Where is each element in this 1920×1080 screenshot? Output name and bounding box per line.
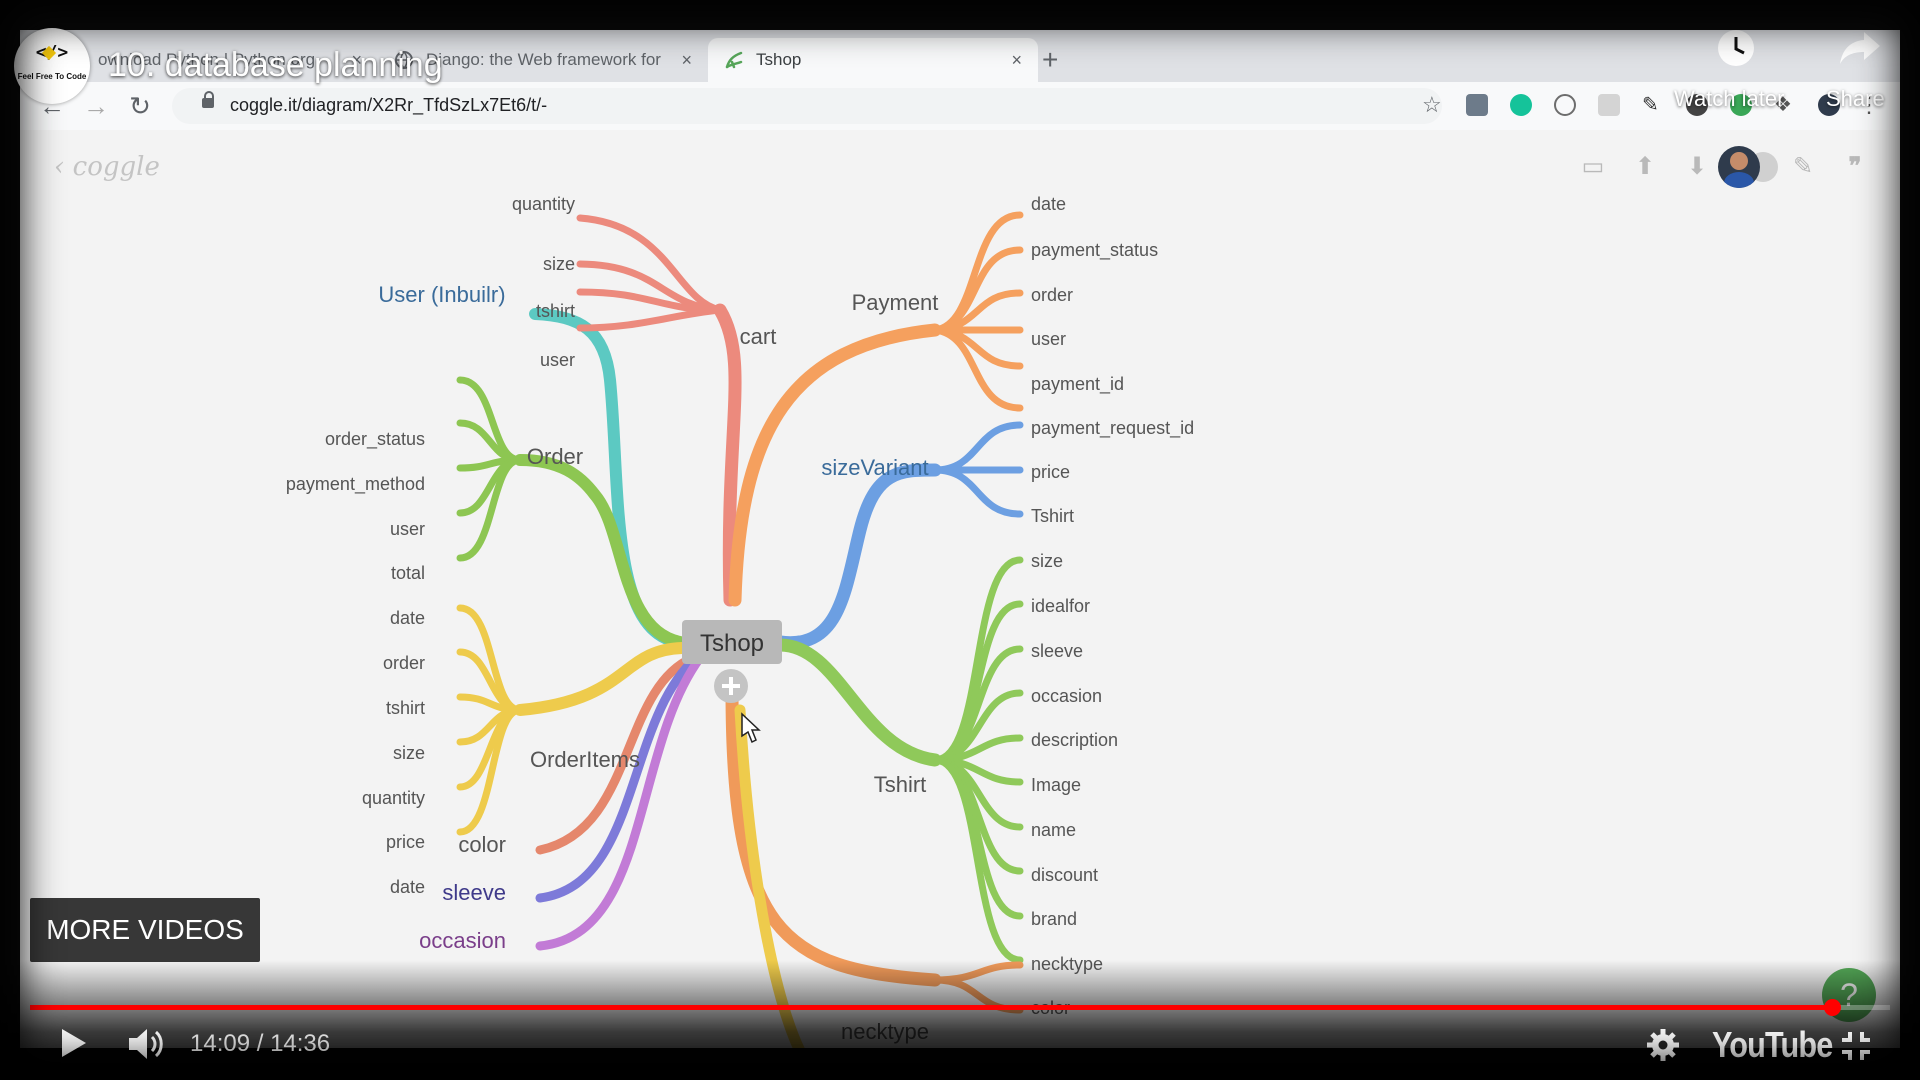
leaf-sv-price[interactable]: price	[1031, 462, 1070, 482]
bookmark-star-icon[interactable]: ☆	[1422, 92, 1442, 118]
leaf-t-image[interactable]: Image	[1031, 775, 1081, 795]
branch-sizevariant	[773, 463, 942, 650]
leaf-t-occasion[interactable]: occasion	[1031, 686, 1102, 706]
new-tab-button[interactable]: +	[1042, 44, 1058, 76]
browser-toolbar: ← → ↻ coggle.it/diagram/X2Rr_TfdSzLx7Et6…	[20, 82, 1900, 131]
address-bar[interactable]: coggle.it/diagram/X2Rr_TfdSzLx7Et6/t/- ☆	[172, 88, 1442, 124]
tab-tshop[interactable]: Tshop ×	[708, 38, 1038, 82]
leaf-payment-status[interactable]: payment_status	[1031, 240, 1158, 261]
leaf-cart-user[interactable]: user	[540, 350, 575, 370]
leaf-oi-size[interactable]: size	[393, 743, 425, 763]
branch-cart-user	[576, 306, 724, 332]
leaf-oi-quantity[interactable]: quantity	[362, 788, 425, 808]
gear-icon	[1647, 1029, 1679, 1061]
coggle-canvas[interactable]: ‹ coggle ▭ ⬆ ⬇ ✎ ❞ Tshop cart Payment Us…	[20, 130, 1900, 1048]
reload-button[interactable]: ↻	[124, 90, 156, 122]
label-occasion[interactable]: occasion	[419, 928, 506, 953]
settings-button[interactable]	[1646, 1028, 1680, 1062]
leaf-cart-size[interactable]: size	[543, 254, 575, 274]
leaf-cart-quantity[interactable]: quantity	[512, 194, 575, 214]
play-icon	[62, 1029, 86, 1057]
youtube-logo[interactable]: YouTube	[1712, 1024, 1833, 1066]
more-videos-button[interactable]: MORE VIDEOS	[30, 898, 260, 962]
share-label[interactable]: Share	[1826, 86, 1885, 112]
grammarly-icon[interactable]	[1510, 94, 1532, 116]
leaf-t-idealfor[interactable]: idealfor	[1031, 596, 1090, 616]
label-orderitems[interactable]: OrderItems	[530, 747, 640, 772]
leaf-order-status[interactable]: order_status	[325, 429, 425, 450]
channel-logo-text: Feel Free To Code	[17, 72, 87, 81]
leaf-sv-size[interactable]: size	[1031, 551, 1063, 571]
player-controls-gradient	[0, 960, 1920, 1080]
exit-fullscreen-icon	[1842, 1032, 1870, 1060]
tab-label: Tshop	[756, 50, 802, 69]
leaf-order-payment-method[interactable]: payment_method	[286, 474, 425, 495]
leaf-payment-user[interactable]: user	[1031, 329, 1066, 349]
leaf-order-user[interactable]: user	[390, 519, 425, 539]
time-display: 14:09 / 14:36	[190, 1030, 331, 1057]
extension-icon[interactable]	[1598, 94, 1620, 116]
volume-button[interactable]	[126, 1026, 166, 1062]
progress-bar[interactable]	[30, 1005, 1890, 1010]
url-text: coggle.it/diagram/X2Rr_TfdSzLx7Et6/t/-	[230, 95, 548, 115]
label-order[interactable]: Order	[527, 444, 583, 469]
leaf-oi-tshirt[interactable]: tshirt	[386, 698, 425, 718]
leaf-cart-tshirt[interactable]: tshirt	[536, 301, 575, 321]
leaf-t-description[interactable]: description	[1031, 730, 1118, 750]
branch-sv-price	[931, 421, 1024, 474]
coggle-icon	[724, 50, 744, 70]
watch-later-label[interactable]: Watch later	[1674, 86, 1784, 112]
progress-played	[30, 1005, 1833, 1010]
leaf-payment-id[interactable]: payment_id	[1031, 374, 1124, 395]
leaf-t-name[interactable]: name	[1031, 820, 1076, 840]
leaf-oi-order[interactable]: order	[383, 653, 425, 673]
label-cart[interactable]: cart	[740, 324, 777, 349]
branch-payment-request-id	[931, 326, 1024, 412]
mindmap-diagram[interactable]: Tshop cart Payment User (Inbuilr) Order …	[20, 130, 1900, 1048]
lock-icon	[202, 91, 214, 108]
extension-icon[interactable]	[1466, 94, 1488, 116]
label-color[interactable]: color	[458, 832, 506, 857]
tab-label: Django: the Web framework for p	[426, 50, 666, 69]
close-icon[interactable]: ×	[681, 50, 692, 71]
play-button[interactable]	[56, 1026, 90, 1060]
root-node-label: Tshop	[700, 630, 764, 657]
leaf-t-brand[interactable]: brand	[1031, 909, 1077, 929]
leaf-oi-price[interactable]: price	[386, 832, 425, 852]
leaf-oi-date[interactable]: date	[390, 877, 425, 897]
share-arrow-icon[interactable]	[1838, 28, 1882, 68]
forward-button[interactable]: →	[80, 90, 112, 122]
branch-sv-size	[931, 466, 1024, 518]
extension-icon[interactable]	[1554, 94, 1576, 116]
leaf-t-discount[interactable]: discount	[1031, 865, 1098, 885]
channel-logo[interactable]: </> Feel Free To Code	[14, 28, 90, 104]
add-node-button[interactable]	[714, 669, 748, 703]
label-sleeve[interactable]: sleeve	[442, 880, 506, 905]
video-title[interactable]: 10. database planning	[108, 46, 443, 85]
eyedropper-icon[interactable]: ✎	[1642, 94, 1664, 116]
label-payment[interactable]: Payment	[852, 290, 939, 315]
exit-fullscreen-button[interactable]	[1840, 1030, 1872, 1062]
leaf-payment-order[interactable]: order	[1031, 285, 1073, 305]
root-node[interactable]: Tshop	[682, 620, 782, 664]
watch-later-clock-icon[interactable]	[1716, 28, 1756, 68]
leaf-order-total[interactable]: total	[391, 563, 425, 583]
volume-icon	[129, 1029, 163, 1059]
leaf-sv-tshirt[interactable]: Tshirt	[1031, 506, 1074, 526]
leaf-payment-date[interactable]: date	[1031, 194, 1066, 214]
label-user-inbuilt[interactable]: User (Inbuilr)	[378, 282, 505, 307]
close-icon[interactable]: ×	[1011, 50, 1022, 71]
branch-order	[514, 454, 686, 648]
label-tshirt[interactable]: Tshirt	[874, 772, 927, 797]
leaf-payment-request-id[interactable]: payment_request_id	[1031, 418, 1194, 439]
label-sizevariant[interactable]: sizeVariant	[821, 455, 928, 480]
branch-order-status	[456, 376, 524, 464]
branch-tshirt	[773, 638, 942, 767]
video-frame: ownload Python | Python.org × Django: th…	[20, 30, 1900, 1048]
leaf-t-sleeve[interactable]: sleeve	[1031, 641, 1083, 661]
leaf-order-date[interactable]: date	[390, 608, 425, 628]
branch-t-image	[931, 734, 1024, 764]
branch-orderitems	[514, 642, 688, 716]
